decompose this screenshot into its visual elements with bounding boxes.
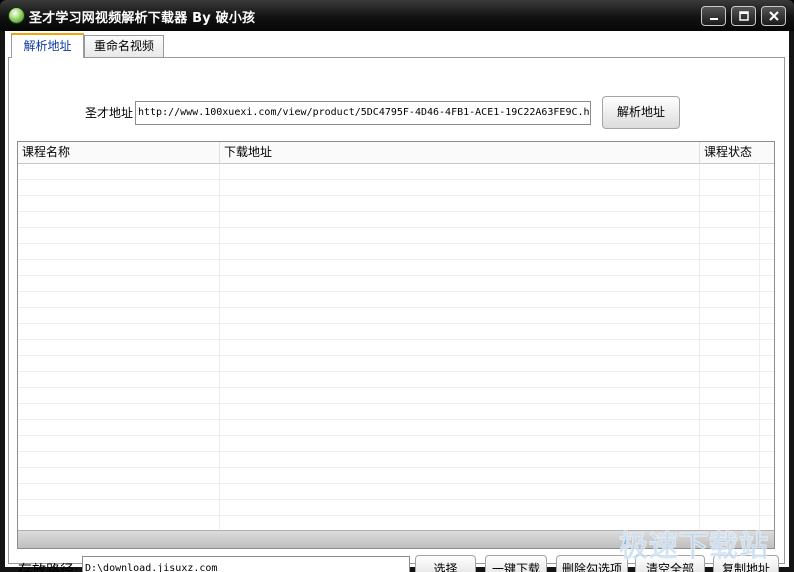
clear-all-button[interactable]: 清空全部 xyxy=(635,555,705,572)
save-path-label: 存放路径: xyxy=(18,563,79,572)
tab-panel: 圣才地址 http://www.100xuexi.com/view/produc… xyxy=(8,57,785,572)
delete-checked-button[interactable]: 删除勾选项 xyxy=(556,555,628,572)
close-icon xyxy=(768,11,779,21)
tab-parse-address[interactable]: 解析地址 xyxy=(11,33,84,58)
url-label: 圣才地址 xyxy=(85,106,134,120)
grid-header: 课程名称 下载地址 课程状态 xyxy=(18,142,774,164)
window-title: 圣才学习网视频解析下载器 By 破小孩 xyxy=(29,11,256,26)
parse-address-button[interactable]: 解析地址 xyxy=(602,96,680,129)
column-header-course-status[interactable]: 课程状态 xyxy=(700,142,760,163)
client-area: 解析地址 重命名视频 圣才地址 http://www.100xuexi.com/… xyxy=(5,31,789,572)
column-header-download-url[interactable]: 下载地址 xyxy=(220,142,700,163)
close-button[interactable] xyxy=(761,6,786,26)
save-path-input[interactable]: D:\download.jisuxz.com xyxy=(82,556,410,572)
copy-address-button[interactable]: 复制地址 xyxy=(713,555,779,572)
course-grid[interactable]: 课程名称 下载地址 课程状态 xyxy=(17,141,775,549)
minimize-button[interactable] xyxy=(701,6,726,26)
column-divider xyxy=(759,164,760,530)
horizontal-scrollbar[interactable] xyxy=(18,530,774,548)
tab-rename-video[interactable]: 重命名视频 xyxy=(84,35,164,57)
download-all-button[interactable]: 一键下载 xyxy=(485,555,547,572)
select-folder-button[interactable]: 选择 xyxy=(415,555,476,572)
title-bar[interactable]: 圣才学习网视频解析下载器 By 破小孩 xyxy=(0,0,794,31)
maximize-icon xyxy=(738,11,749,21)
minimize-icon xyxy=(709,18,718,20)
app-icon xyxy=(9,8,24,23)
app-window: 圣才学习网视频解析下载器 By 破小孩 解析地址 重命名视频 圣才地址 http… xyxy=(0,0,794,572)
column-header-course-name[interactable]: 课程名称 xyxy=(18,142,220,163)
grid-body[interactable] xyxy=(18,164,774,530)
url-input[interactable]: http://www.100xuexi.com/view/product/5DC… xyxy=(135,101,591,125)
column-divider xyxy=(699,164,700,530)
maximize-button[interactable] xyxy=(731,6,756,26)
column-divider xyxy=(219,164,220,530)
